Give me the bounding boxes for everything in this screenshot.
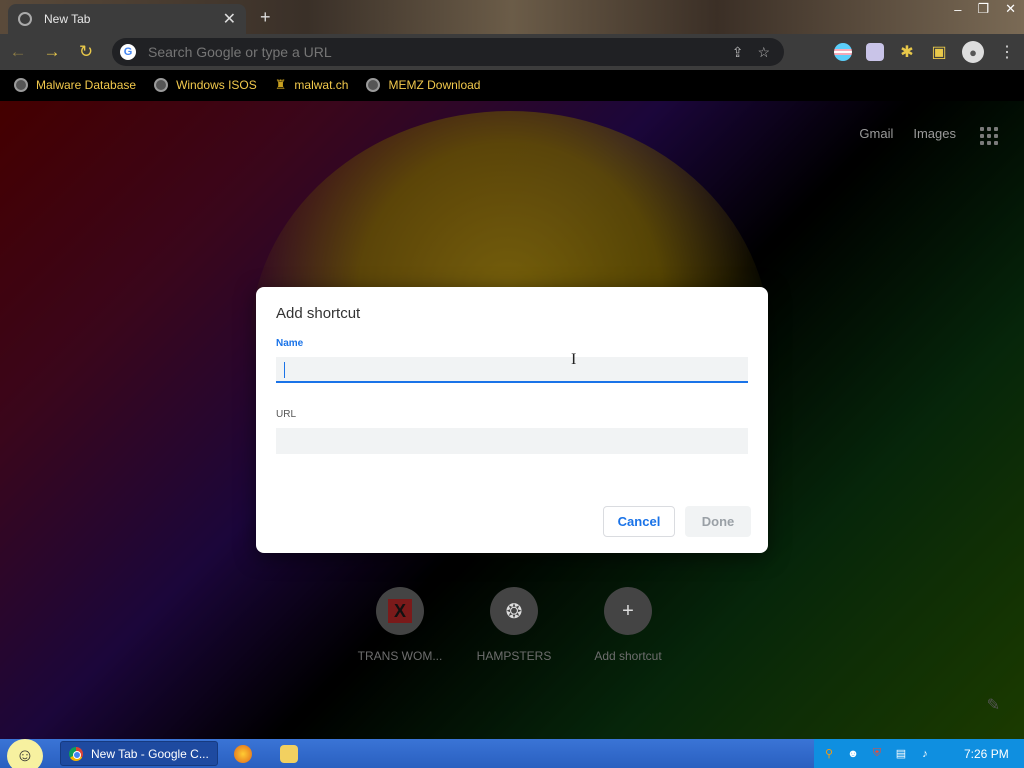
system-tray: ⚲ ☻ ⛨ ▤ ♪ 7:26 PM: [814, 739, 1024, 768]
bookmark-malware-database[interactable]: Malware Database: [14, 78, 136, 92]
tab-close-icon[interactable]: ✕: [223, 9, 236, 29]
shield-tray-icon[interactable]: ⛨: [870, 747, 884, 761]
network-tray-icon[interactable]: ▤: [894, 747, 908, 761]
side-panel-icon[interactable]: ▣: [930, 42, 948, 62]
chrome-icon: [69, 746, 83, 761]
globe-icon: [366, 78, 381, 92]
bookmark-memz-download[interactable]: MEMZ Download: [366, 78, 480, 92]
arrow-right-icon: →: [43, 42, 61, 61]
arrow-left-icon: ←: [9, 42, 27, 61]
tab-strip: New Tab ✕ + – ❐ ✕: [0, 0, 1024, 34]
new-tab-button[interactable]: +: [260, 7, 271, 28]
pencil-edit-icon[interactable]: ✎: [987, 695, 1000, 715]
browser-toolbar: ← → ↻ G ⇪ ☆ ✱ ▣ ● ⋮: [0, 34, 1024, 70]
menu-kebab-icon[interactable]: ⋮: [998, 42, 1016, 62]
taskbar-item-chrome[interactable]: New Tab - Google C...: [60, 741, 218, 766]
x-icon: X: [388, 599, 412, 623]
back-button[interactable]: ←: [2, 36, 34, 68]
smiley-start-icon: ☺: [7, 738, 43, 768]
screen: New Tab ✕ + – ❐ ✕ ← → ↻ G ⇪ ☆ ✱ ▣ ● ⋮: [0, 0, 1024, 768]
gmail-link[interactable]: Gmail: [859, 126, 893, 141]
name-field[interactable]: [276, 357, 748, 383]
folder-icon[interactable]: [280, 745, 298, 763]
top-links: Gmail Images: [859, 126, 956, 141]
reload-icon: ↻: [78, 42, 94, 61]
shortcut-tile: ❂: [490, 587, 538, 635]
shortcut-label: HAMPSTERS: [476, 649, 552, 663]
dialog-title: Add shortcut: [276, 305, 361, 322]
window-close-button[interactable]: ✕: [1005, 1, 1016, 17]
tab-title: New Tab: [44, 12, 91, 26]
shortcut-trans-wom[interactable]: X TRANS WOM...: [354, 587, 446, 663]
shortcut-hampsters[interactable]: ❂ HAMPSTERS: [468, 587, 560, 663]
shortcut-label: Add shortcut: [594, 649, 662, 663]
url-label: URL: [276, 409, 297, 420]
add-shortcut-dialog: Add shortcut Name I URL Cancel Done: [256, 287, 768, 553]
volume-tray-icon[interactable]: ♪: [918, 747, 932, 761]
google-apps-icon[interactable]: [980, 127, 998, 145]
taskbar: ☺ New Tab - Google C... ⚲ ☻ ⛨ ▤ ♪ 7:26 P…: [0, 738, 1024, 768]
bookmark-label: malwat.ch: [294, 78, 349, 92]
chrome-tab-icon: [18, 12, 32, 26]
globe-icon: [14, 78, 28, 92]
start-button[interactable]: ☺: [0, 738, 50, 768]
share-icon[interactable]: ⇪: [732, 44, 744, 61]
images-link[interactable]: Images: [913, 126, 956, 141]
omnibox-input[interactable]: [148, 44, 732, 60]
google-g-icon: G: [120, 44, 136, 60]
shortcut-tile: X: [376, 587, 424, 635]
bookmark-malwat-ch[interactable]: ♜ malwat.ch: [275, 77, 349, 93]
ibeam-cursor-icon: I: [571, 351, 577, 368]
reload-button[interactable]: ↻: [70, 36, 102, 68]
window-controls: – ❐ ✕: [954, 0, 1016, 18]
profile-avatar-icon[interactable]: ●: [962, 41, 984, 63]
bookmark-label: Malware Database: [36, 78, 137, 92]
shortcut-add[interactable]: + Add shortcut: [582, 587, 674, 663]
cat-extension-icon[interactable]: [866, 43, 884, 61]
shortcut-label: TRANS WOM...: [357, 649, 443, 663]
url-field[interactable]: [276, 428, 748, 454]
tab-new-tab[interactable]: New Tab ✕: [8, 4, 246, 34]
cancel-button[interactable]: Cancel: [603, 506, 675, 537]
raccoon-icon: ❂: [505, 600, 523, 623]
bookmark-label: MEMZ Download: [388, 78, 481, 92]
minimize-button[interactable]: –: [954, 2, 961, 17]
shortcuts-grid: X TRANS WOM... ❂ HAMPSTERS + Add shortcu…: [354, 587, 674, 663]
globe-icon: [154, 78, 169, 92]
done-button[interactable]: Done: [685, 506, 751, 537]
taskbar-item-label: New Tab - Google C...: [91, 746, 209, 761]
bookmark-windows-isos[interactable]: Windows ISOS: [154, 78, 257, 92]
omnibox[interactable]: G ⇪ ☆: [112, 38, 784, 66]
trophy-icon: ♜: [274, 77, 287, 92]
name-label: Name: [276, 338, 304, 349]
clock: 7:26 PM: [964, 746, 1009, 761]
firefox-icon[interactable]: [234, 745, 252, 763]
search-tray-icon[interactable]: ⚲: [822, 747, 836, 761]
toolbar-extensions: ✱ ▣ ● ⋮: [834, 38, 1016, 66]
flag-extension-icon[interactable]: [834, 43, 852, 61]
plus-icon: +: [622, 599, 634, 622]
bookmarks-bar: Malware Database Windows ISOS ♜ malwat.c…: [0, 70, 1024, 100]
bookmark-star-icon[interactable]: ☆: [757, 44, 770, 61]
emoji-tray-icon[interactable]: ☻: [846, 747, 860, 761]
puzzle-extensions-icon[interactable]: ✱: [898, 42, 916, 62]
forward-button[interactable]: →: [36, 36, 68, 68]
shortcut-tile: +: [604, 587, 652, 635]
text-caret: [284, 362, 285, 378]
maximize-button[interactable]: ❐: [977, 1, 989, 17]
bookmark-label: Windows ISOS: [176, 78, 257, 92]
